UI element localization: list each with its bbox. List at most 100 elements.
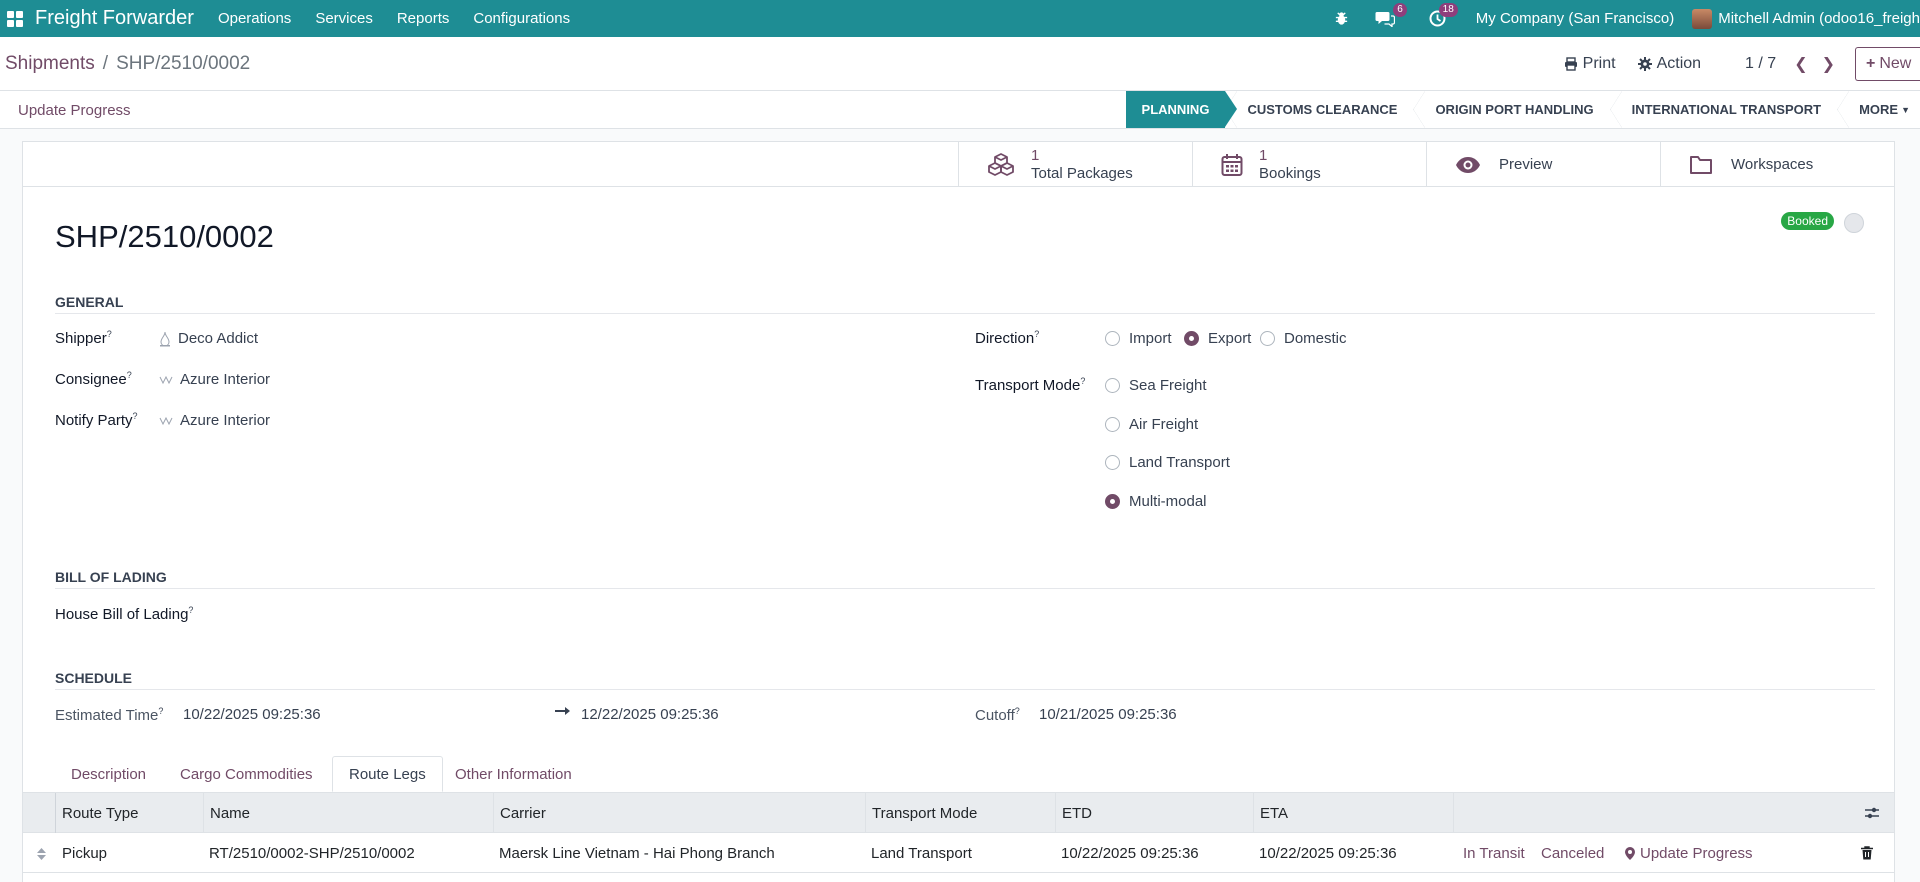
help-mark: ? (106, 329, 112, 339)
debug-bug-icon[interactable] (1334, 11, 1349, 26)
messages-count-badge: 6 (1393, 3, 1407, 17)
consignee-label: Consignee? (55, 370, 132, 388)
section-bol-divider (55, 588, 1875, 589)
shipper-field[interactable]: Deco Addict (159, 330, 258, 347)
partner-logo-icon (159, 375, 173, 384)
transport-air-freight-radio[interactable]: Air Freight (1105, 416, 1198, 433)
table-header: Route Type Name Carrier Transport Mode E… (23, 792, 1894, 833)
button-box-divider (23, 186, 960, 187)
action-label: Action (1656, 55, 1702, 72)
estimated-start-field[interactable]: 10/22/2025 09:25:36 (183, 706, 321, 723)
help-mark: ? (1080, 376, 1086, 386)
column-carrier[interactable]: Carrier (493, 793, 546, 833)
direction-domestic-radio[interactable]: Domestic (1260, 330, 1347, 347)
workspaces-button[interactable]: Workspaces (1660, 142, 1894, 187)
stage-international-transport[interactable]: INTERNATIONAL TRANSPORT (1609, 91, 1837, 128)
menu-reports[interactable]: Reports (385, 10, 462, 27)
direction-import-radio[interactable]: Import (1105, 330, 1172, 347)
tab-cargo-commodities[interactable]: Cargo Commodities (164, 756, 329, 792)
stage-planning[interactable]: PLANNING (1125, 91, 1238, 128)
stage-more-dropdown[interactable]: MORE ▼ (1837, 91, 1920, 128)
status-badge: Booked (1781, 212, 1834, 230)
column-name[interactable]: Name (203, 793, 250, 833)
pager-next-icon[interactable]: ❯ (1822, 54, 1835, 74)
in-transit-button[interactable]: In Transit (1463, 833, 1525, 873)
transport-sea-freight-radio[interactable]: Sea Freight (1105, 377, 1207, 394)
gear-icon (1637, 57, 1652, 71)
help-mark: ? (126, 370, 132, 380)
stage-origin-port-handling[interactable]: ORIGIN PORT HANDLING (1413, 91, 1609, 128)
messages-icon[interactable]: 6 (1375, 3, 1407, 27)
user-name: Mitchell Admin (odoo16_freigh (1718, 10, 1920, 27)
total-packages-button[interactable]: 1 Total Packages (958, 142, 1192, 187)
help-mark: ? (158, 706, 164, 716)
drag-handle-icon[interactable] (37, 847, 46, 864)
cutoff-field[interactable]: 10/21/2025 09:25:36 (1039, 706, 1177, 723)
tab-description[interactable]: Description (55, 756, 162, 792)
consignee-value: Azure Interior (180, 371, 271, 388)
app-name[interactable]: Freight Forwarder (35, 7, 194, 30)
breadcrumb-shipments[interactable]: Shipments (5, 53, 95, 74)
stage-pipeline: PLANNING CUSTOMS CLEARANCE ORIGIN PORT H… (1125, 91, 1920, 128)
action-button[interactable]: Action (1637, 55, 1702, 73)
cell-route-type: Pickup (62, 844, 108, 862)
estimated-end-field[interactable]: 12/22/2025 09:25:36 (581, 706, 719, 723)
radio-dot (1105, 331, 1120, 346)
direction-label: Direction? (975, 329, 1040, 347)
row-update-progress-button[interactable]: Update Progress (1625, 833, 1753, 873)
plus-icon: + (1866, 55, 1876, 72)
column-etd[interactable]: ETD (1055, 793, 1092, 833)
trash-icon[interactable] (1861, 833, 1873, 873)
consignee-field[interactable]: Azure Interior (159, 371, 270, 388)
canceled-button[interactable]: Canceled (1541, 833, 1604, 873)
print-button[interactable]: Print (1564, 55, 1616, 73)
table-row[interactable]: Pickup RT/2510/0002-SHP/2510/0002 Maersk… (23, 833, 1894, 873)
cell-eta: 10/22/2025 09:25:36 (1259, 844, 1397, 862)
notify-party-label: Notify Party? (55, 411, 138, 429)
column-transport-mode[interactable]: Transport Mode (865, 793, 977, 833)
preview-button[interactable]: Preview (1426, 142, 1660, 187)
kanban-state-toggle[interactable] (1844, 213, 1864, 233)
section-bill-of-lading-title: BILL OF LADING (55, 569, 167, 585)
row-update-progress-label: Update Progress (1640, 844, 1753, 862)
radio-dot (1105, 378, 1120, 393)
control-panel: Shipments / SHP/2510/0002 Print Action 1 /… (0, 37, 1920, 91)
apps-menu-icon[interactable] (0, 0, 30, 37)
direction-export-radio[interactable]: Export (1184, 330, 1251, 347)
new-button[interactable]: + New (1855, 47, 1920, 81)
radio-label: Multi-modal (1129, 493, 1207, 510)
radio-label: Sea Freight (1129, 377, 1207, 394)
column-route-type[interactable]: Route Type (55, 793, 138, 833)
breadcrumb-separator: / (102, 53, 109, 74)
shipper-value: Deco Addict (178, 330, 259, 347)
activities-clock-icon[interactable]: 18 (1429, 3, 1458, 27)
transport-multi-modal-radio[interactable]: Multi-modal (1105, 493, 1207, 510)
cutoff-label: Cutoff? (975, 706, 1020, 724)
menu-configurations[interactable]: Configurations (461, 10, 582, 27)
transport-mode-label: Transport Mode? (975, 376, 1086, 394)
bookings-button[interactable]: 1 Bookings (1192, 142, 1426, 187)
update-progress-button[interactable]: Update Progress (18, 102, 131, 119)
arrow-right-icon (555, 706, 571, 716)
pager-previous-icon[interactable]: ❮ (1794, 54, 1807, 74)
menu-operations[interactable]: Operations (206, 10, 303, 27)
section-general-title: GENERAL (55, 294, 124, 310)
tab-other-information[interactable]: Other Information (439, 756, 588, 792)
column-eta[interactable]: ETA (1253, 793, 1288, 833)
radio-label: Export (1208, 330, 1252, 347)
help-mark: ? (1034, 329, 1040, 339)
transport-land-radio[interactable]: Land Transport (1105, 454, 1230, 471)
pager-value[interactable]: 1 / 7 (1745, 55, 1776, 73)
main-menu: Operations Services Reports Configuratio… (206, 10, 582, 27)
new-label: New (1879, 55, 1912, 72)
stage-customs-clearance[interactable]: CUSTOMS CLEARANCE (1225, 91, 1413, 128)
optional-columns-toggle-icon[interactable] (1858, 793, 1880, 833)
radio-label: Domestic (1284, 330, 1347, 347)
company-switcher[interactable]: My Company (San Francisco) (1476, 10, 1674, 27)
stage-more-label: MORE (1859, 102, 1899, 117)
user-menu[interactable]: Mitchell Admin (odoo16_freigh (1692, 8, 1920, 29)
notify-party-field[interactable]: Azure Interior (159, 412, 270, 429)
menu-services[interactable]: Services (303, 10, 385, 27)
cell-transport-mode: Land Transport (871, 844, 972, 862)
tab-route-legs[interactable]: Route Legs (332, 756, 443, 792)
